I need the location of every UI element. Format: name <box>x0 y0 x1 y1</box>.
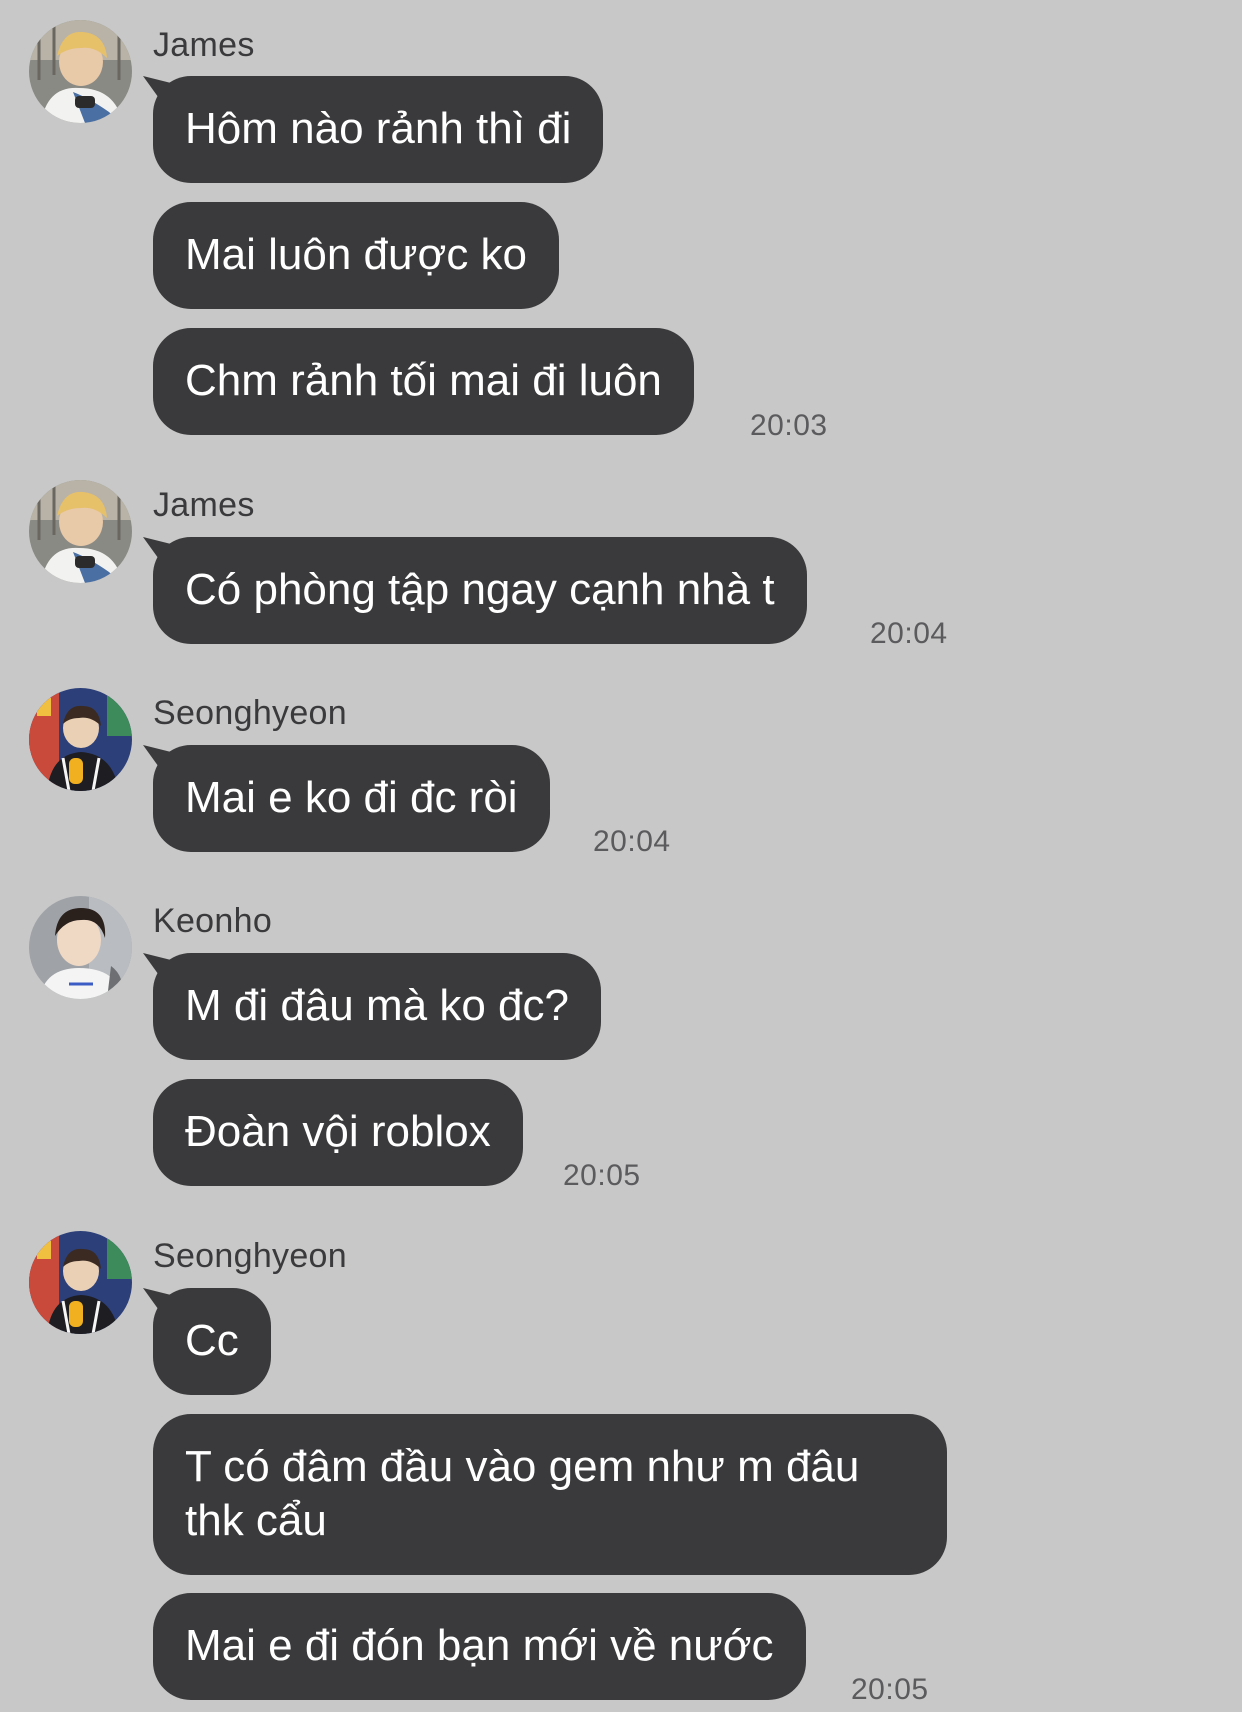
message-bubble[interactable]: Mai luôn được ko <box>153 202 560 309</box>
message-bubble[interactable]: Mai e đi đón bạn mới về nước <box>153 1593 806 1700</box>
avatar-keonho[interactable] <box>29 896 132 999</box>
message-bubble[interactable]: Đoàn vội roblox <box>153 1079 523 1186</box>
avatar-seonghyeon[interactable] <box>29 688 132 791</box>
sender-name: Keonho <box>153 902 273 940</box>
message-bubble[interactable]: T có đâm đầu vào gem như m đâu thk cẩu <box>153 1414 947 1575</box>
avatar-james-photo <box>29 480 132 583</box>
avatar-james[interactable] <box>29 20 132 123</box>
message-bubble[interactable]: Chm rảnh tối mai đi luôn <box>153 328 694 435</box>
message-bubble[interactable]: M đi đâu mà ko đc? <box>153 953 601 1060</box>
message-line: thk cẩu <box>185 1496 327 1545</box>
message-timestamp: 20:04 <box>870 617 948 650</box>
avatar-james-photo <box>29 20 132 123</box>
message-bubble[interactable]: Mai e ko đi đc ròi <box>153 745 550 852</box>
message-bubble[interactable]: Cc <box>153 1288 271 1395</box>
message-bubble[interactable]: Hôm nào rảnh thì đi <box>153 76 604 183</box>
message-bubble[interactable]: Có phòng tập ngay cạnh nhà t <box>153 537 807 644</box>
sender-name: James <box>153 486 255 524</box>
avatar-seonghyeon-photo <box>29 1231 132 1334</box>
message-timestamp: 20:04 <box>593 825 671 858</box>
sender-name: James <box>153 26 255 64</box>
sender-name: Seonghyeon <box>153 1237 347 1275</box>
avatar-keonho-photo <box>29 896 132 999</box>
sender-name: Seonghyeon <box>153 694 347 732</box>
message-timestamp: 20:05 <box>563 1159 641 1192</box>
avatar-seonghyeon[interactable] <box>29 1231 132 1334</box>
chat-thread: James Hôm nào rảnh thì đi Mai luôn được … <box>0 0 1242 1712</box>
message-line: T có đâm đầu vào gem như m đâu <box>185 1442 860 1491</box>
message-timestamp: 20:03 <box>750 409 828 442</box>
message-timestamp: 20:05 <box>851 1673 929 1706</box>
avatar-james[interactable] <box>29 480 132 583</box>
avatar-seonghyeon-photo <box>29 688 132 791</box>
